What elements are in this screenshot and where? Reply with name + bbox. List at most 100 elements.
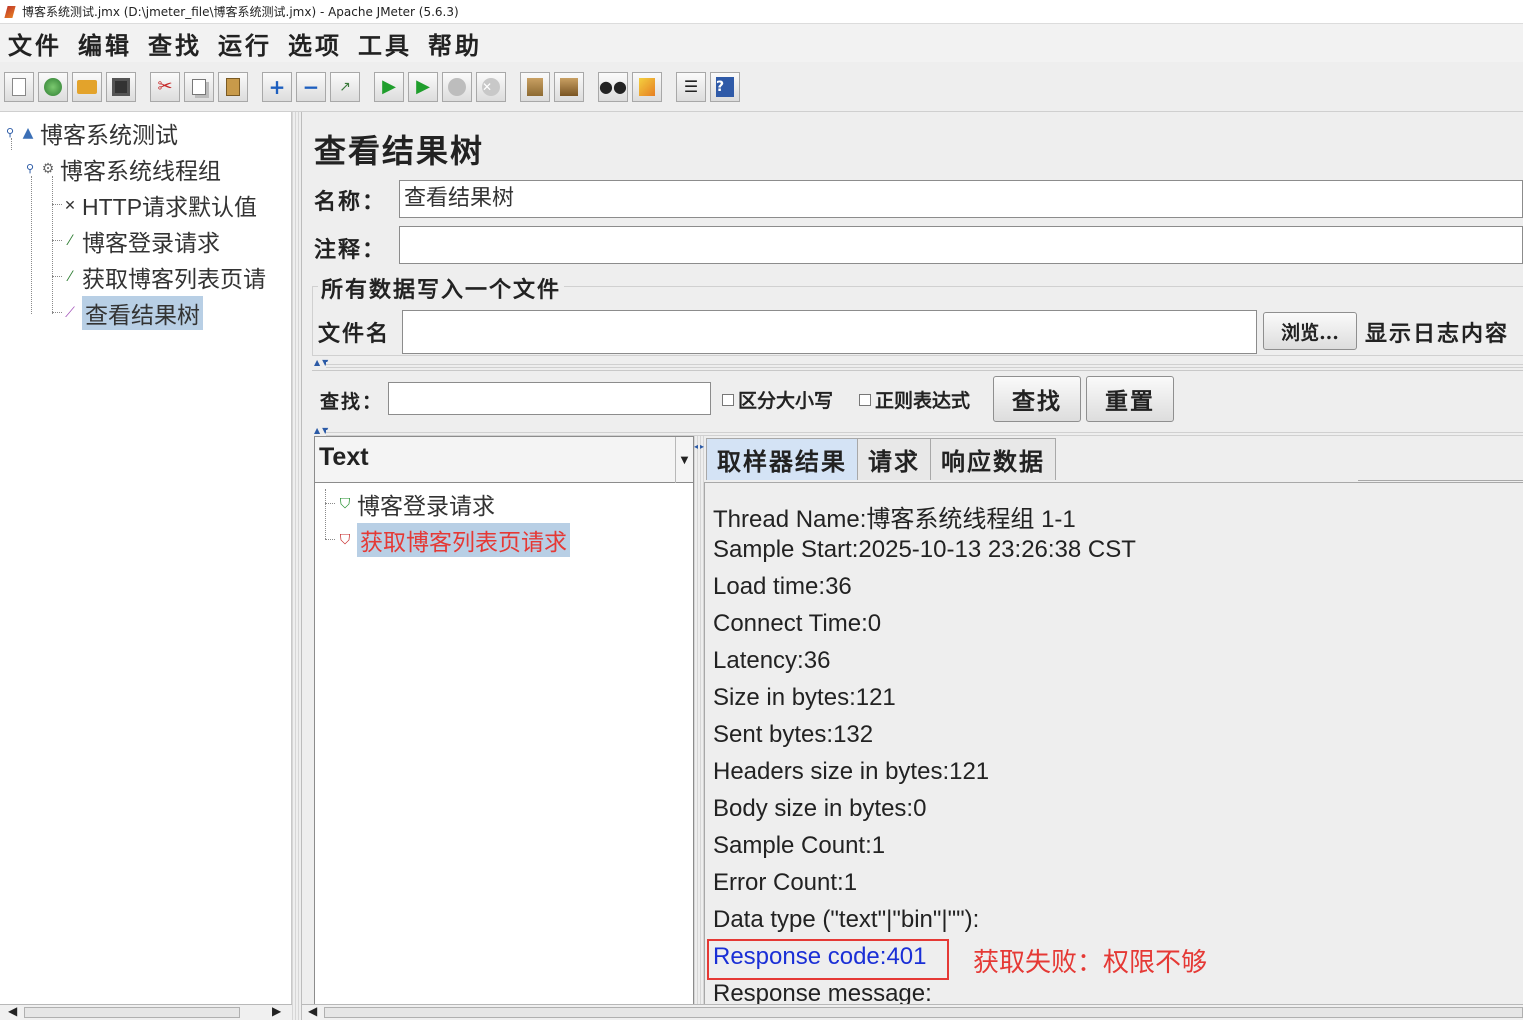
- jmeter-feather-icon: [4, 5, 16, 18]
- cut-icon: ✂: [157, 76, 173, 97]
- tree-node-login-request[interactable]: ⁄ 博客登录请求: [62, 224, 220, 258]
- toolbar: ✂ + − ↗ ▶ ▶ ✕ ●● ☰ ?: [0, 62, 1523, 112]
- stop-button[interactable]: [442, 71, 472, 102]
- reset-button[interactable]: 重置: [1086, 376, 1174, 422]
- open-folder-icon: [77, 79, 97, 94]
- scroll-left-icon[interactable]: ◀: [308, 1004, 317, 1018]
- start-no-pauses-icon: ▶: [416, 76, 430, 97]
- renderer-select[interactable]: Text ▼: [315, 437, 693, 483]
- result-line: Headers size in bytes:121: [713, 758, 990, 785]
- result-line: Body size in bytes:0: [713, 795, 927, 822]
- function-helper-button[interactable]: ☰: [676, 71, 706, 102]
- start-no-pauses-button[interactable]: ▶: [408, 71, 438, 102]
- menu-options[interactable]: 选项: [288, 26, 342, 61]
- case-sensitive-checkbox[interactable]: 区分大小写: [722, 386, 833, 413]
- tree-node-http-defaults[interactable]: ✕ HTTP请求默认值: [62, 188, 257, 222]
- clear-button[interactable]: [520, 71, 550, 102]
- name-field[interactable]: 查看结果树: [399, 180, 1523, 218]
- search-label: 查找：: [320, 391, 384, 413]
- browse-button[interactable]: 浏览...: [1263, 312, 1357, 350]
- tree-node-test-plan[interactable]: ⚲ ▲ 博客系统测试: [6, 116, 178, 150]
- clear-all-icon: [560, 77, 578, 96]
- find-button[interactable]: 查找: [993, 376, 1081, 422]
- copy-button[interactable]: [184, 71, 214, 102]
- save-button[interactable]: [106, 71, 136, 102]
- chevron-down-icon[interactable]: ▼: [675, 437, 693, 483]
- window-titlebar: 博客系统测试.jmx (D:\jmeter_file\博客系统测试.jmx) -…: [0, 0, 1523, 24]
- collapse-toggle-icon[interactable]: ⚲: [6, 127, 16, 138]
- checkbox-box[interactable]: [859, 393, 871, 406]
- collapse-toggle-icon[interactable]: ⚲: [26, 163, 36, 174]
- tree-node-list-request[interactable]: ⁄ 获取博客列表页请: [62, 260, 266, 294]
- scroll-thumb[interactable]: [324, 1007, 1523, 1018]
- tab-request[interactable]: 请求: [857, 438, 931, 480]
- collapse-icon: −: [302, 74, 320, 99]
- panel-horizontal-scrollbar[interactable]: ◀: [302, 1004, 1523, 1020]
- toggle-icon: ↗: [339, 78, 351, 95]
- divider[interactable]: [326, 362, 1523, 368]
- scroll-thumb[interactable]: [24, 1007, 240, 1018]
- pipette-icon: ⁄: [68, 269, 72, 285]
- scroll-left-icon[interactable]: ◀: [8, 1004, 17, 1018]
- tree-node-view-results-tree[interactable]: ⟋ 查看结果树: [62, 296, 203, 330]
- paste-button[interactable]: [218, 71, 248, 102]
- name-label: 名称：: [314, 189, 387, 215]
- menu-edit[interactable]: 编辑: [78, 26, 132, 61]
- scroll-right-icon[interactable]: ▶: [272, 1004, 281, 1018]
- menu-help[interactable]: 帮助: [428, 26, 482, 61]
- tab-sampler-result[interactable]: 取样器结果: [706, 438, 858, 480]
- sample-item-success[interactable]: ⛉ 博客登录请求: [337, 487, 495, 521]
- result-line: Sent bytes:132: [713, 721, 874, 748]
- collapse-button[interactable]: −: [296, 71, 326, 102]
- cut-button[interactable]: ✂: [150, 71, 180, 102]
- gear-icon: ⚙: [41, 161, 55, 177]
- reset-search-button[interactable]: [632, 71, 662, 102]
- tree-node-label: HTTP请求默认值: [82, 194, 258, 220]
- toggle-button[interactable]: ↗: [330, 71, 360, 102]
- main-splitter[interactable]: [292, 112, 302, 1020]
- filename-field[interactable]: [402, 310, 1257, 354]
- comment-label: 注释：: [314, 237, 387, 263]
- expand-button[interactable]: +: [262, 71, 292, 102]
- result-tabs: 取样器结果 请求 响应数据: [706, 438, 1056, 482]
- checkbox-box[interactable]: [722, 393, 734, 406]
- tab-response-data[interactable]: 响应数据: [930, 438, 1056, 480]
- menu-file[interactable]: 文件: [8, 26, 62, 61]
- templates-button[interactable]: [38, 71, 68, 102]
- results-splitter[interactable]: [694, 436, 704, 1020]
- start-button[interactable]: ▶: [374, 71, 404, 102]
- tree-node-label: 获取博客列表页请: [82, 267, 266, 293]
- annotation-text: 获取失败：权限不够: [973, 948, 1208, 978]
- success-shield-icon: ⛉: [339, 496, 351, 512]
- sample-item-error[interactable]: ⛉ 获取博客列表页请求: [337, 523, 570, 557]
- chart-icon: ⟋: [65, 305, 75, 321]
- menu-search[interactable]: 查找: [148, 26, 202, 61]
- function-list-icon: ☰: [683, 77, 699, 96]
- checkbox-label: 区分大小写: [738, 390, 834, 412]
- result-line: Connect Time:0: [713, 610, 882, 637]
- open-button[interactable]: [72, 71, 102, 102]
- clear-icon: [527, 77, 543, 96]
- test-plan-tree: ⚲ ▲ 博客系统测试 ⚲ ⚙ 博客系统线程组 ✕ HTTP请求默认值 ⁄ 博客登…: [0, 112, 292, 1020]
- renderer-selected: Text: [319, 443, 369, 471]
- result-line: Thread Name:博客系统线程组 1-1: [713, 506, 1076, 533]
- tree-horizontal-scrollbar[interactable]: ◀ ▶: [0, 1004, 292, 1020]
- error-shield-icon: ⛉: [339, 532, 351, 548]
- split-arrows-icon[interactable]: ◂▸: [694, 442, 706, 451]
- search-input[interactable]: [388, 382, 711, 415]
- new-button[interactable]: [4, 71, 34, 102]
- pipette-icon: ⁄: [68, 233, 72, 249]
- shutdown-button[interactable]: ✕: [476, 71, 506, 102]
- result-line: Sample Start:2025-10-13 23:26:38 CST: [713, 536, 1136, 563]
- menu-run[interactable]: 运行: [218, 26, 272, 61]
- search-button[interactable]: ●●: [598, 71, 628, 102]
- tree-node-thread-group[interactable]: ⚲ ⚙ 博客系统线程组: [26, 152, 221, 186]
- paste-icon: [226, 77, 240, 96]
- clear-all-button[interactable]: [554, 71, 584, 102]
- menu-tools[interactable]: 工具: [358, 26, 412, 61]
- help-button[interactable]: ?: [710, 71, 740, 102]
- result-line: Sample Count:1: [713, 832, 886, 859]
- comment-field[interactable]: [399, 226, 1523, 264]
- view-results-tree-panel: 查看结果树 名称： 查看结果树 注释： 所有数据写入一个文件 文件名 浏览...…: [302, 112, 1523, 1020]
- regex-checkbox[interactable]: 正则表达式: [859, 386, 970, 413]
